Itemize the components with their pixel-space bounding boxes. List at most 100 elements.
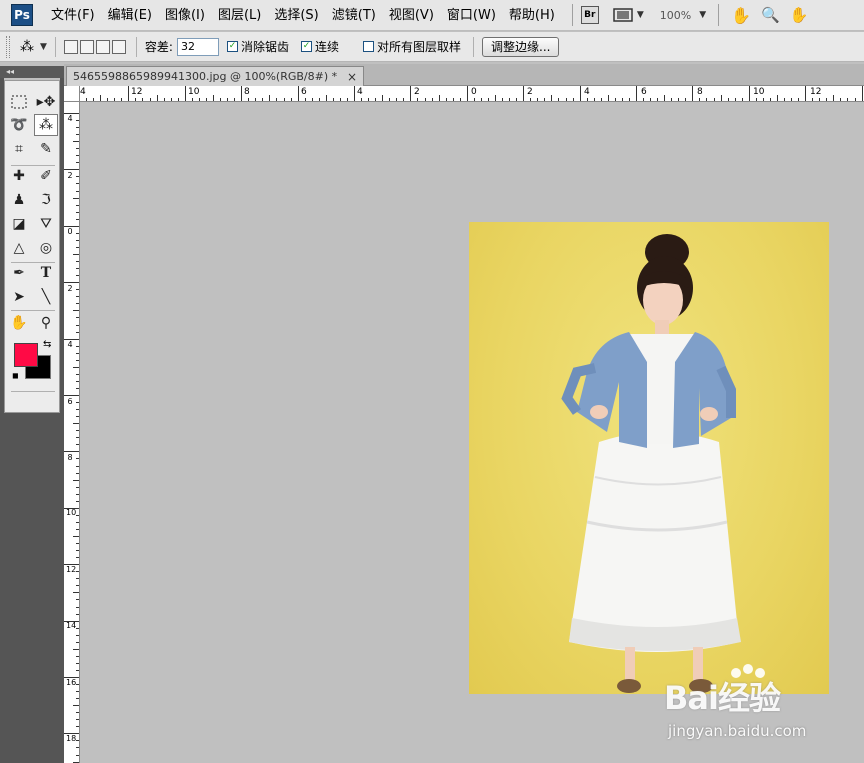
- horizontal-ruler-ticks: [72, 86, 863, 101]
- options-bar: ⁂ ▼ 容差: ✓ 消除锯齿 ✓ 连续 对所有图层取样 调整边缘...: [0, 32, 864, 62]
- ruler-label: 14: [66, 621, 77, 630]
- antialias-checkbox-group[interactable]: ✓ 消除锯齿: [226, 38, 289, 55]
- divider: [54, 36, 56, 57]
- panel-dock: [0, 413, 64, 763]
- document-photo[interactable]: [469, 222, 829, 694]
- ruler-label: 6: [67, 397, 73, 406]
- marquee-tool-icon[interactable]: [7, 91, 31, 113]
- paint-bucket-icon[interactable]: ⛛: [34, 213, 58, 235]
- ruler-label: 12: [131, 87, 143, 97]
- eyedropper-tool-icon[interactable]: ✎: [34, 138, 58, 160]
- zoom-tool-icon[interactable]: ⚲: [34, 312, 58, 334]
- eraser-tool-icon[interactable]: ◪: [7, 213, 31, 235]
- zoom-select[interactable]: 100% ▼: [660, 4, 706, 26]
- refine-edge-button[interactable]: 调整边缘...: [482, 36, 560, 57]
- intersect-selection-icon[interactable]: [111, 39, 126, 54]
- healing-brush-icon[interactable]: ✚: [7, 165, 31, 187]
- lasso-tool-icon[interactable]: ➰: [7, 114, 31, 136]
- ruler-label: 10: [753, 87, 765, 97]
- zoom-icon[interactable]: 🔍: [761, 6, 780, 24]
- menu-filter[interactable]: 滤镜(T): [328, 0, 385, 31]
- contiguous-label: 连续: [314, 40, 339, 54]
- magic-wand-tool-icon[interactable]: ⁂: [34, 114, 58, 136]
- tolerance-input[interactable]: [176, 37, 219, 56]
- options-grip[interactable]: [6, 35, 10, 58]
- vertical-ruler[interactable]: 4 2 0 2 4 6 8 10 12 14 16 18: [64, 102, 80, 763]
- close-icon[interactable]: ×: [347, 70, 357, 84]
- divider: [473, 36, 475, 57]
- tool-preset-picker[interactable]: ⁂ ▼: [20, 36, 47, 58]
- type-tool-icon[interactable]: T: [34, 262, 58, 284]
- toolbox: ▸✥ ➰ ⁂ ⌗ ✎ ✚ ✐ ♟ ℑ ◪ ⛛ △ ◎ ✒ T ➤ ╲ ✋ ⚲ ⇆…: [4, 80, 60, 413]
- ruler-label: 8: [67, 453, 73, 462]
- new-selection-icon[interactable]: [63, 39, 78, 54]
- default-colors-icon[interactable]: ◼: [12, 371, 19, 380]
- ruler-label: 0: [471, 87, 477, 97]
- contiguous-checkbox-group[interactable]: ✓ 连续: [300, 38, 339, 55]
- ruler-label: 12: [66, 565, 77, 574]
- subtract-selection-icon[interactable]: [95, 39, 110, 54]
- watermark-url: jingyan.baidu.com: [668, 722, 807, 740]
- dodge-tool-icon[interactable]: ◎: [34, 237, 58, 259]
- document-tab[interactable]: 5465598865989941300.jpg @ 100%(RGB/8#) *…: [66, 66, 364, 86]
- antialias-checkbox[interactable]: ✓: [226, 41, 238, 52]
- ruler-label: 16: [66, 678, 77, 687]
- ruler-label: 6: [641, 87, 647, 97]
- ruler-label: 18: [66, 734, 77, 743]
- move-tool-icon[interactable]: ▸✥: [34, 91, 58, 113]
- ruler-label: 8: [697, 87, 703, 97]
- selection-mode-group: [63, 39, 128, 54]
- ruler-origin[interactable]: [64, 86, 80, 102]
- foreground-color-swatch[interactable]: [14, 343, 38, 367]
- menu-edit[interactable]: 编辑(E): [104, 0, 161, 31]
- hand-tool-icon[interactable]: ✋: [7, 312, 31, 334]
- divider: [11, 310, 55, 311]
- ruler-label: 2: [67, 171, 73, 180]
- add-selection-icon[interactable]: [79, 39, 94, 54]
- tolerance-label: 容差:: [144, 40, 173, 54]
- swap-colors-icon[interactable]: ⇆: [43, 339, 51, 350]
- menu-file[interactable]: 文件(F): [47, 0, 104, 31]
- chevron-down-icon: ▼: [40, 41, 47, 52]
- chevron-down-icon: ▼: [699, 10, 707, 20]
- ruler-label: 2: [414, 87, 420, 97]
- photo-figure: [561, 234, 741, 693]
- ruler-label: 4: [67, 114, 73, 123]
- menu-image[interactable]: 图像(I): [161, 0, 214, 31]
- menu-divider: [718, 4, 720, 26]
- bridge-button[interactable]: Br: [580, 4, 599, 26]
- pen-tool-icon[interactable]: ✒: [7, 262, 31, 284]
- menu-help[interactable]: 帮助(H): [505, 0, 564, 31]
- line-tool-icon[interactable]: ╲: [34, 286, 58, 308]
- menu-divider: [571, 4, 573, 26]
- sample-all-label: 对所有图层取样: [377, 40, 462, 54]
- divider: [135, 36, 137, 57]
- ruler-label: 8: [244, 87, 250, 97]
- horizontal-ruler[interactable]: 4 12 10 8 6 4 2 0 2 4 6 8 10 12: [64, 86, 864, 102]
- ruler-label: 4: [584, 87, 590, 97]
- menu-select[interactable]: 选择(S): [270, 0, 327, 31]
- menu-list: 文件(F) 编辑(E) 图像(I) 图层(L) 选择(S) 滤镜(T) 视图(V…: [47, 0, 564, 31]
- clone-stamp-icon[interactable]: ♟: [7, 189, 31, 211]
- baidu-watermark: Bai经验 jingyan.baidu.com: [664, 664, 820, 747]
- rotate-view-icon[interactable]: ✋: [790, 6, 809, 24]
- antialias-label: 消除锯齿: [240, 40, 289, 54]
- hand-icon[interactable]: ✋: [731, 6, 751, 25]
- brush-tool-icon[interactable]: ✐: [34, 165, 58, 187]
- crop-tool-icon[interactable]: ⌗: [7, 138, 31, 160]
- ruler-label: 2: [67, 284, 73, 293]
- menu-layer[interactable]: 图层(L): [214, 0, 270, 31]
- menu-window[interactable]: 窗口(W): [443, 0, 505, 31]
- screen-mode-button[interactable]: ▼: [613, 4, 644, 26]
- blur-tool-icon[interactable]: △: [7, 237, 31, 259]
- toolbox-collapse[interactable]: ◂◂: [0, 66, 64, 78]
- ruler-label: 4: [67, 340, 73, 349]
- contiguous-checkbox[interactable]: ✓: [300, 41, 312, 52]
- history-brush-icon[interactable]: ℑ: [34, 189, 58, 211]
- document-tab-bar: 5465598865989941300.jpg @ 100%(RGB/8#) *…: [64, 64, 864, 86]
- sample-all-checkbox-group[interactable]: 对所有图层取样: [363, 38, 461, 55]
- path-selection-icon[interactable]: ➤: [7, 286, 31, 308]
- sample-all-checkbox[interactable]: [363, 41, 374, 52]
- ruler-label: 2: [527, 87, 533, 97]
- menu-view[interactable]: 视图(V): [385, 0, 443, 31]
